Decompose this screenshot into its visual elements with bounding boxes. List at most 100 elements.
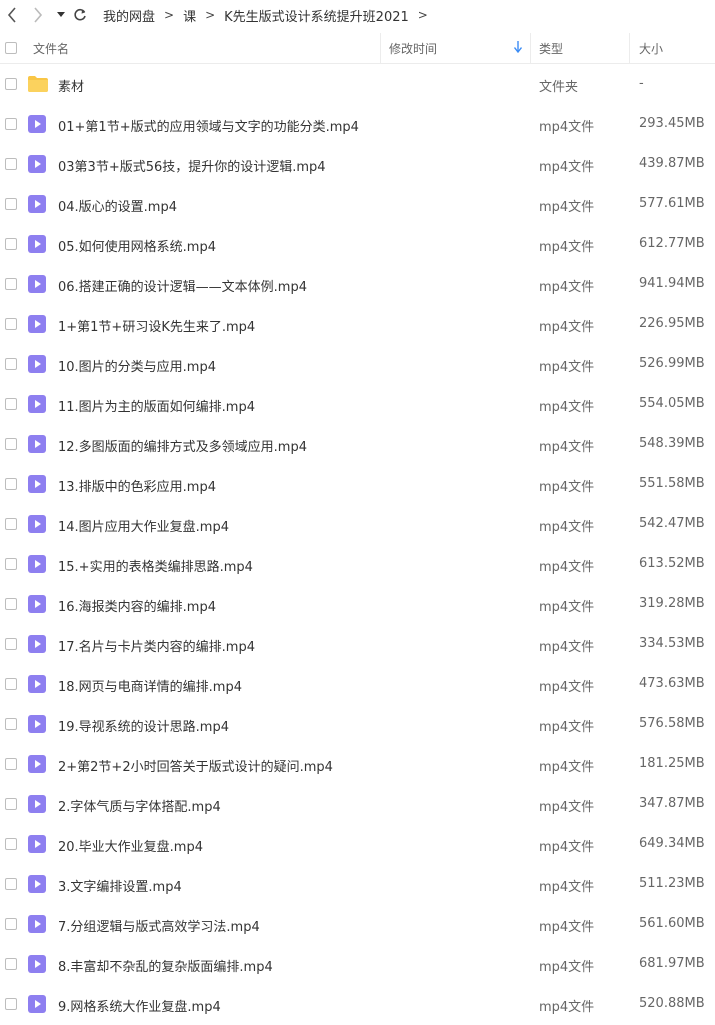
file-row[interactable]: 03第3节+版式56技，提升你的设计逻辑.mp4 mp4文件 439.87MB [0,144,715,184]
row-checkbox[interactable] [5,638,17,650]
breadcrumb-item-course[interactable]: 课 [183,6,196,25]
file-name[interactable]: 2+第2节+2小时回答关于版式设计的疑问.mp4 [58,756,333,775]
row-checkbox[interactable] [5,278,17,290]
file-name[interactable]: 12.多图版面的编排方式及多领域应用.mp4 [58,436,307,455]
history-dropdown-icon[interactable] [55,5,67,25]
row-checkbox[interactable] [5,78,17,90]
file-row[interactable]: 16.海报类内容的编排.mp4 mp4文件 319.28MB [0,584,715,624]
row-checkbox[interactable] [5,318,17,330]
file-row[interactable]: 01+第1节+版式的应用领域与文字的功能分类.mp4 mp4文件 293.45MB [0,104,715,144]
video-icon [28,395,46,417]
file-size: 548.39MB [639,436,705,451]
row-checkbox[interactable] [5,558,17,570]
file-row[interactable]: 15.+实用的表格类编排思路.mp4 mp4文件 613.52MB [0,544,715,584]
row-checkbox[interactable] [5,718,17,730]
row-checkbox[interactable] [5,198,17,210]
row-checkbox[interactable] [5,518,17,530]
column-header-name[interactable]: 文件名 [33,40,69,57]
file-name[interactable]: 素材 [58,76,84,95]
file-name[interactable]: 05.如何使用网格系统.mp4 [58,236,216,255]
file-size: 226.95MB [639,316,705,331]
file-row[interactable]: 04.版心的设置.mp4 mp4文件 577.61MB [0,184,715,224]
row-checkbox[interactable] [5,958,17,970]
file-name[interactable]: 17.名片与卡片类内容的编排.mp4 [58,636,255,655]
row-checkbox[interactable] [5,358,17,370]
file-row[interactable]: 13.排版中的色彩应用.mp4 mp4文件 551.58MB [0,464,715,504]
file-name[interactable]: 01+第1节+版式的应用领域与文字的功能分类.mp4 [58,116,359,135]
breadcrumb-separator: > [417,8,428,22]
file-row[interactable]: 06.搭建正确的设计逻辑——文本体例.mp4 mp4文件 941.94MB [0,264,715,304]
file-row[interactable]: 14.图片应用大作业复盘.mp4 mp4文件 542.47MB [0,504,715,544]
row-checkbox[interactable] [5,158,17,170]
file-name[interactable]: 2.字体气质与字体搭配.mp4 [58,796,221,815]
file-name[interactable]: 20.毕业大作业复盘.mp4 [58,836,203,855]
file-row[interactable]: 3.文字编排设置.mp4 mp4文件 511.23MB [0,864,715,904]
file-size: 577.61MB [639,196,705,211]
file-row[interactable]: 12.多图版面的编排方式及多领域应用.mp4 mp4文件 548.39MB [0,424,715,464]
file-name[interactable]: 16.海报类内容的编排.mp4 [58,596,216,615]
file-name[interactable]: 15.+实用的表格类编排思路.mp4 [58,556,253,575]
column-divider[interactable] [380,33,381,63]
row-checkbox[interactable] [5,998,17,1010]
sort-descending-icon[interactable] [513,41,523,56]
row-checkbox[interactable] [5,478,17,490]
row-checkbox[interactable] [5,118,17,130]
select-all-checkbox[interactable] [5,42,17,54]
row-checkbox[interactable] [5,918,17,930]
column-header-type[interactable]: 类型 [539,40,563,57]
file-name[interactable]: 1+第1节+研习设K先生来了.mp4 [58,316,255,335]
file-row[interactable]: 11.图片为主的版面如何编排.mp4 mp4文件 554.05MB [0,384,715,424]
file-row[interactable]: 05.如何使用网格系统.mp4 mp4文件 612.77MB [0,224,715,264]
file-name[interactable]: 11.图片为主的版面如何编排.mp4 [58,396,255,415]
row-checkbox[interactable] [5,798,17,810]
row-checkbox[interactable] [5,878,17,890]
refresh-icon[interactable] [71,5,89,25]
file-name[interactable]: 13.排版中的色彩应用.mp4 [58,476,216,495]
file-row[interactable]: 10.图片的分类与应用.mp4 mp4文件 526.99MB [0,344,715,384]
file-row[interactable]: 1+第1节+研习设K先生来了.mp4 mp4文件 226.95MB [0,304,715,344]
file-row[interactable]: 9.网格系统大作业复盘.mp4 mp4文件 520.88MB [0,984,715,1024]
file-name[interactable]: 3.文字编排设置.mp4 [58,876,182,895]
file-name[interactable]: 19.导视系统的设计思路.mp4 [58,716,229,735]
file-name[interactable]: 10.图片的分类与应用.mp4 [58,356,216,375]
file-row[interactable]: 18.网页与电商详情的编排.mp4 mp4文件 473.63MB [0,664,715,704]
file-name[interactable]: 03第3节+版式56技，提升你的设计逻辑.mp4 [58,156,326,175]
breadcrumb-item-current-folder[interactable]: K先生版式设计系统提升班2021 [224,6,409,25]
row-checkbox[interactable] [5,678,17,690]
file-name[interactable]: 18.网页与电商详情的编排.mp4 [58,676,242,695]
file-row[interactable]: 17.名片与卡片类内容的编排.mp4 mp4文件 334.53MB [0,624,715,664]
file-type: mp4文件 [539,920,595,935]
file-type: mp4文件 [539,880,595,895]
file-name[interactable]: 06.搭建正确的设计逻辑——文本体例.mp4 [58,276,307,295]
file-size: 551.58MB [639,476,705,491]
file-name[interactable]: 9.网格系统大作业复盘.mp4 [58,996,221,1015]
column-header-size[interactable]: 大小 [639,40,663,57]
column-divider[interactable] [629,33,630,63]
column-header-modified-time[interactable]: 修改时间 [389,40,437,57]
row-checkbox[interactable] [5,398,17,410]
file-size: 561.60MB [639,916,705,931]
back-icon[interactable] [3,5,21,25]
breadcrumb-item-my-drive[interactable]: 我的网盘 [103,6,155,25]
video-icon [28,835,46,857]
video-icon [28,955,46,977]
file-name[interactable]: 14.图片应用大作业复盘.mp4 [58,516,229,535]
file-row[interactable]: 素材 文件夹 - [0,64,715,104]
row-checkbox[interactable] [5,838,17,850]
file-row[interactable]: 2.字体气质与字体搭配.mp4 mp4文件 347.87MB [0,784,715,824]
file-name[interactable]: 04.版心的设置.mp4 [58,196,177,215]
row-checkbox[interactable] [5,238,17,250]
row-checkbox[interactable] [5,438,17,450]
file-row[interactable]: 7.分组逻辑与版式高效学习法.mp4 mp4文件 561.60MB [0,904,715,944]
file-size: - [639,76,644,91]
forward-icon[interactable] [29,5,47,25]
file-name[interactable]: 8.丰富却不杂乱的复杂版面编排.mp4 [58,956,273,975]
row-checkbox[interactable] [5,598,17,610]
file-row[interactable]: 19.导视系统的设计思路.mp4 mp4文件 576.58MB [0,704,715,744]
file-row[interactable]: 8.丰富却不杂乱的复杂版面编排.mp4 mp4文件 681.97MB [0,944,715,984]
file-name[interactable]: 7.分组逻辑与版式高效学习法.mp4 [58,916,260,935]
row-checkbox[interactable] [5,758,17,770]
file-row[interactable]: 2+第2节+2小时回答关于版式设计的疑问.mp4 mp4文件 181.25MB [0,744,715,784]
column-divider[interactable] [530,33,531,63]
file-row[interactable]: 20.毕业大作业复盘.mp4 mp4文件 649.34MB [0,824,715,864]
